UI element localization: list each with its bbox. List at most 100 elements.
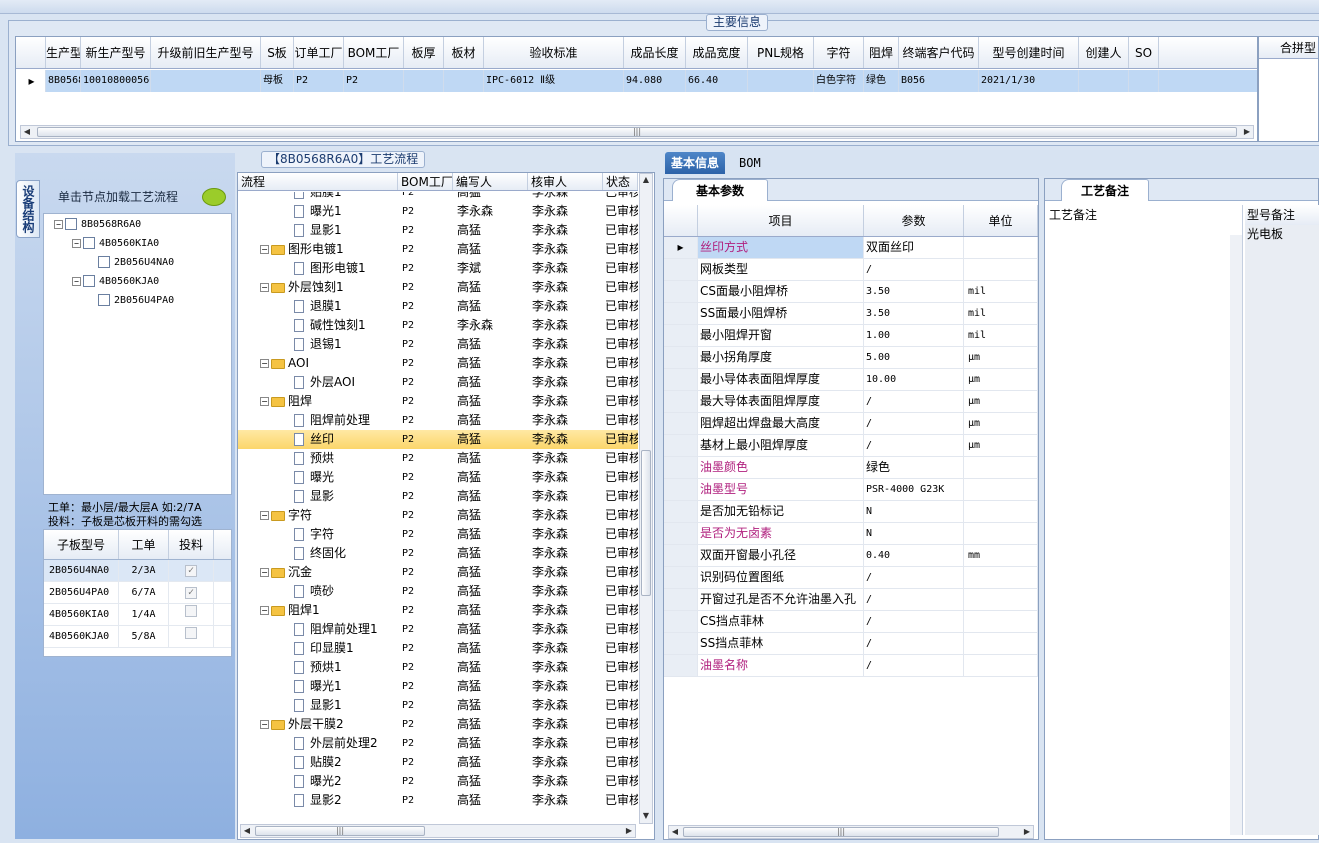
column-header[interactable]: 阻焊: [864, 37, 899, 68]
param-value[interactable]: /: [864, 391, 964, 412]
sub-column-header[interactable]: 投料: [169, 530, 214, 559]
process-column-header[interactable]: 编写人: [453, 173, 528, 190]
process-column-header[interactable]: 流程: [238, 173, 398, 190]
param-value[interactable]: 3.50: [864, 303, 964, 324]
param-value[interactable]: N: [864, 501, 964, 522]
param-column-header[interactable]: 参数: [864, 205, 964, 236]
process-row[interactable]: 外层AOI P2 高猛 李永森 已审核: [238, 373, 638, 392]
feed-checkbox[interactable]: [185, 627, 197, 639]
process-row[interactable]: 图形电镀1 P2 李斌 李永森 已审核: [238, 259, 638, 278]
process-row[interactable]: 曝光1 P2 高猛 李永森 已审核: [238, 677, 638, 696]
param-value[interactable]: 0.40: [864, 545, 964, 566]
tab-bom[interactable]: BOM: [733, 152, 767, 174]
param-row[interactable]: 最小导体表面阻焊厚度 10.00 μm: [664, 369, 1038, 391]
column-header[interactable]: SO: [1129, 37, 1159, 68]
column-header[interactable]: PNL规格: [748, 37, 814, 68]
param-column-header[interactable]: 项目: [698, 205, 864, 236]
process-row[interactable]: 显影1 P2 高猛 李永森 已审核: [238, 696, 638, 715]
scroll-left-icon[interactable]: ◀: [669, 826, 681, 838]
process-row[interactable]: 贴膜1 P2 高猛 李永森 已审核: [238, 192, 638, 202]
param-value[interactable]: /: [864, 259, 964, 280]
process-row[interactable]: 阻焊前处理 P2 高猛 李永森 已审核: [238, 411, 638, 430]
param-hscroll-thumb[interactable]: |||: [683, 827, 999, 837]
process-row[interactable]: 曝光 P2 高猛 李永森 已审核: [238, 468, 638, 487]
process-row[interactable]: 退锡1 P2 高猛 李永森 已审核: [238, 335, 638, 354]
scroll-left-icon[interactable]: ◀: [21, 126, 33, 138]
sub-row[interactable]: 2B056U4PA0 6/7A ✓: [44, 582, 231, 604]
process-vscroll[interactable]: ▲ ▼: [639, 173, 653, 824]
param-row[interactable]: 基材上最小阻焊厚度 / μm: [664, 435, 1038, 457]
param-row[interactable]: 是否加无铅标记 N: [664, 501, 1038, 523]
tree-expander-icon[interactable]: −: [72, 238, 81, 248]
param-value[interactable]: 1.00: [864, 325, 964, 346]
process-vscroll-thumb[interactable]: [641, 450, 651, 596]
tab-basic-params[interactable]: 基本参数: [672, 179, 768, 201]
column-header[interactable]: 终端客户代码: [899, 37, 979, 68]
scroll-right-icon[interactable]: ▶: [1021, 826, 1033, 838]
main-hscroll[interactable]: ◀ ||| ▶: [20, 125, 1254, 139]
param-value[interactable]: 双面丝印: [864, 237, 964, 258]
process-row[interactable]: 预烘1 P2 高猛 李永森 已审核: [238, 658, 638, 677]
param-row[interactable]: SS面最小阻焊桥 3.50 mil: [664, 303, 1038, 325]
process-row[interactable]: 阻焊前处理1 P2 高猛 李永森 已审核: [238, 620, 638, 639]
column-header[interactable]: 板材: [444, 37, 484, 68]
scroll-left-icon[interactable]: ◀: [241, 825, 253, 837]
column-header[interactable]: 成品长度: [624, 37, 686, 68]
tree-expander-icon[interactable]: −: [260, 283, 269, 292]
column-header[interactable]: 型号创建时间: [979, 37, 1079, 68]
scroll-up-icon[interactable]: ▲: [640, 174, 652, 186]
tab-basic-info[interactable]: 基本信息: [665, 152, 726, 174]
param-row[interactable]: 阻焊超出焊盘最大高度 / μm: [664, 413, 1038, 435]
tree-node[interactable]: 2B056U4NA0: [98, 255, 174, 271]
process-column-header[interactable]: 核审人: [528, 173, 603, 190]
feed-checkbox[interactable]: ✓: [185, 565, 197, 577]
param-row[interactable]: 双面开窗最小孔径 0.40 mm: [664, 545, 1038, 567]
tree-expander-icon[interactable]: −: [260, 606, 269, 615]
tree-expander-icon[interactable]: −: [260, 245, 269, 254]
scroll-right-icon[interactable]: ▶: [623, 825, 635, 837]
process-row[interactable]: − 阻焊1 P2 高猛 李永森 已审核: [238, 601, 638, 620]
sub-column-header[interactable]: 工单: [119, 530, 169, 559]
param-row[interactable]: 最小拐角厚度 5.00 μm: [664, 347, 1038, 369]
column-header[interactable]: 验收标准: [484, 37, 624, 68]
column-header[interactable]: S板: [261, 37, 294, 68]
process-grid[interactable]: 流程 BOM工厂 编写人 核审人 状态 贴膜1 P2 高猛 李永森 已审核 曝光1 P2 李永森 李永森…: [237, 172, 655, 840]
param-value[interactable]: /: [864, 655, 964, 676]
param-row[interactable]: 是否为无卤素 N: [664, 523, 1038, 545]
param-value[interactable]: /: [864, 633, 964, 654]
main-grid-row[interactable]: ▸8B0568R6A010010800056694母板P2P2IPC-6012 …: [16, 70, 1257, 92]
process-row[interactable]: − AOI P2 高猛 李永森 已审核: [238, 354, 638, 373]
tab-process-notes[interactable]: 工艺备注: [1061, 179, 1149, 201]
param-row[interactable]: CS面最小阻焊桥 3.50 mil: [664, 281, 1038, 303]
scroll-right-icon[interactable]: ▶: [1241, 126, 1253, 138]
process-row[interactable]: 字符 P2 高猛 李永森 已审核: [238, 525, 638, 544]
param-row[interactable]: CS挡点菲林 /: [664, 611, 1038, 633]
main-info-grid[interactable]: 生产型号新生产型号升级前旧生产型号S板订单工厂BOM工厂板厚板材验收标准成品长度…: [15, 36, 1258, 142]
tree-expander-icon[interactable]: −: [260, 568, 269, 577]
param-value[interactable]: /: [864, 435, 964, 456]
param-value[interactable]: 绿色: [864, 457, 964, 478]
process-row[interactable]: 碱性蚀刻1 P2 李永森 李永森 已审核: [238, 316, 638, 335]
tree-node[interactable]: 2B056U4PA0: [98, 293, 174, 309]
process-hscroll-thumb[interactable]: |||: [255, 826, 425, 836]
column-header[interactable]: 订单工厂: [294, 37, 344, 68]
process-row[interactable]: − 字符 P2 高猛 李永森 已审核: [238, 506, 638, 525]
process-row[interactable]: 显影1 P2 高猛 李永森 已审核: [238, 221, 638, 240]
process-row[interactable]: 丝印 P2 高猛 李永森 已审核: [238, 430, 638, 449]
param-value[interactable]: /: [864, 611, 964, 632]
feed-checkbox[interactable]: [185, 605, 197, 617]
param-row[interactable]: 油墨颜色 绿色: [664, 457, 1038, 479]
sub-row[interactable]: 2B056U4NA0 2/3A ✓: [44, 560, 231, 582]
sub-row[interactable]: 4B0560KIA0 1/4A: [44, 604, 231, 626]
param-value[interactable]: N: [864, 523, 964, 544]
process-row[interactable]: − 外层蚀刻1 P2 高猛 李永森 已审核: [238, 278, 638, 297]
process-row[interactable]: 显影2 P2 高猛 李永森 已审核: [238, 791, 638, 810]
sub-row[interactable]: 4B0560KJA0 5/8A: [44, 626, 231, 648]
process-row[interactable]: 贴膜2 P2 高猛 李永森 已审核: [238, 753, 638, 772]
process-row[interactable]: − 沉金 P2 高猛 李永森 已审核: [238, 563, 638, 582]
param-value[interactable]: 5.00: [864, 347, 964, 368]
process-column-header[interactable]: BOM工厂: [398, 173, 453, 190]
param-hscroll[interactable]: ◀ ||| ▶: [668, 825, 1034, 839]
tree-expander-icon[interactable]: −: [260, 397, 269, 406]
column-header[interactable]: 板厚: [404, 37, 444, 68]
